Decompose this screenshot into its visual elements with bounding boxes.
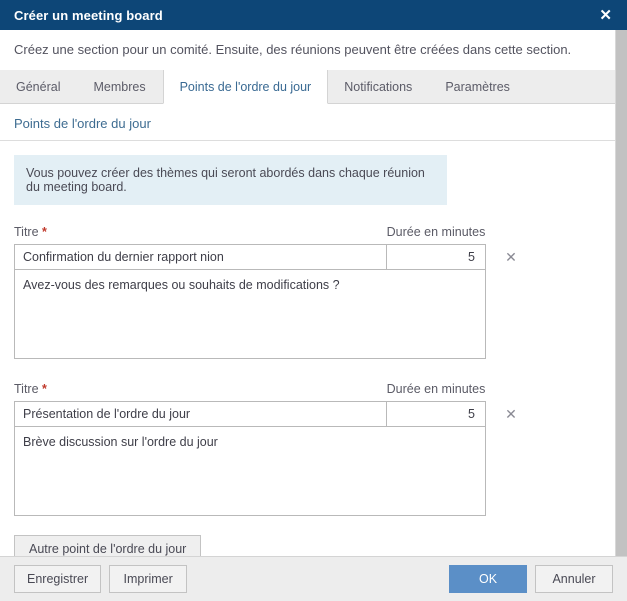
duration-label: Durée en minutes [386, 225, 486, 239]
dialog-title: Créer un meeting board [14, 7, 163, 23]
required-marker: * [42, 382, 47, 396]
agenda-description-textarea[interactable]: Brève discussion sur l'ordre du jour [14, 426, 486, 516]
close-icon[interactable]: ✕ [594, 6, 617, 25]
title-label-text: Titre [14, 225, 39, 239]
agenda-duration-input[interactable] [386, 244, 486, 270]
dialog-content-column: Créez une section pour un comité. Ensuit… [0, 30, 615, 556]
tab-parametres[interactable]: Paramètres [429, 70, 527, 104]
vertical-scrollbar[interactable] [615, 30, 627, 556]
title-label: Titre * [14, 382, 386, 396]
agenda-item: Titre * Durée en minutes ✕ Avez-vous des… [0, 225, 615, 362]
tab-points-ordre-du-jour[interactable]: Points de l'ordre du jour [162, 70, 329, 104]
dialog-footer: Enregistrer Imprimer OK Annuler [0, 556, 627, 601]
ok-button[interactable]: OK [449, 565, 527, 593]
required-marker: * [42, 225, 47, 239]
title-label: Titre * [14, 225, 386, 239]
dialog-description: Créez une section pour un comité. Ensuit… [0, 30, 615, 70]
agenda-title-input[interactable] [14, 244, 386, 270]
save-button[interactable]: Enregistrer [14, 565, 102, 593]
add-agenda-row: Autre point de l'ordre du jour [0, 519, 615, 556]
footer-right-actions: OK Annuler [449, 565, 613, 593]
duration-label: Durée en minutes [386, 382, 486, 396]
tab-notifications[interactable]: Notifications [328, 70, 429, 104]
cancel-button[interactable]: Annuler [535, 565, 613, 593]
section-heading: Points de l'ordre du jour [0, 104, 615, 141]
agenda-title-input[interactable] [14, 401, 386, 427]
remove-agenda-item-icon[interactable]: ✕ [496, 401, 526, 427]
agenda-item-fields: ✕ [14, 401, 601, 427]
agenda-item-fields: ✕ [14, 244, 601, 270]
title-label-text: Titre [14, 382, 39, 396]
agenda-panel: Points de l'ordre du jour Vous pouvez cr… [0, 104, 615, 556]
agenda-description-textarea[interactable]: Avez-vous des remarques ou souhaits de m… [14, 269, 486, 359]
dialog-body: Créez une section pour un comité. Ensuit… [0, 30, 627, 556]
agenda-item: Titre * Durée en minutes ✕ Brève discuss… [0, 382, 615, 519]
footer-left-actions: Enregistrer Imprimer [14, 565, 188, 593]
add-agenda-item-button[interactable]: Autre point de l'ordre du jour [14, 535, 202, 556]
agenda-duration-input[interactable] [386, 401, 486, 427]
agenda-item-labels: Titre * Durée en minutes [14, 382, 601, 396]
create-meeting-board-dialog: Créer un meeting board ✕ Créez une secti… [0, 0, 627, 601]
remove-agenda-item-icon[interactable]: ✕ [496, 244, 526, 270]
tab-membres[interactable]: Membres [77, 70, 162, 104]
info-banner: Vous pouvez créer des thèmes qui seront … [14, 155, 447, 205]
print-button[interactable]: Imprimer [109, 565, 188, 593]
dialog-titlebar: Créer un meeting board ✕ [0, 0, 627, 30]
tab-bar: Général Membres Points de l'ordre du jou… [0, 70, 615, 104]
agenda-item-labels: Titre * Durée en minutes [14, 225, 601, 239]
tab-general[interactable]: Général [0, 70, 77, 104]
